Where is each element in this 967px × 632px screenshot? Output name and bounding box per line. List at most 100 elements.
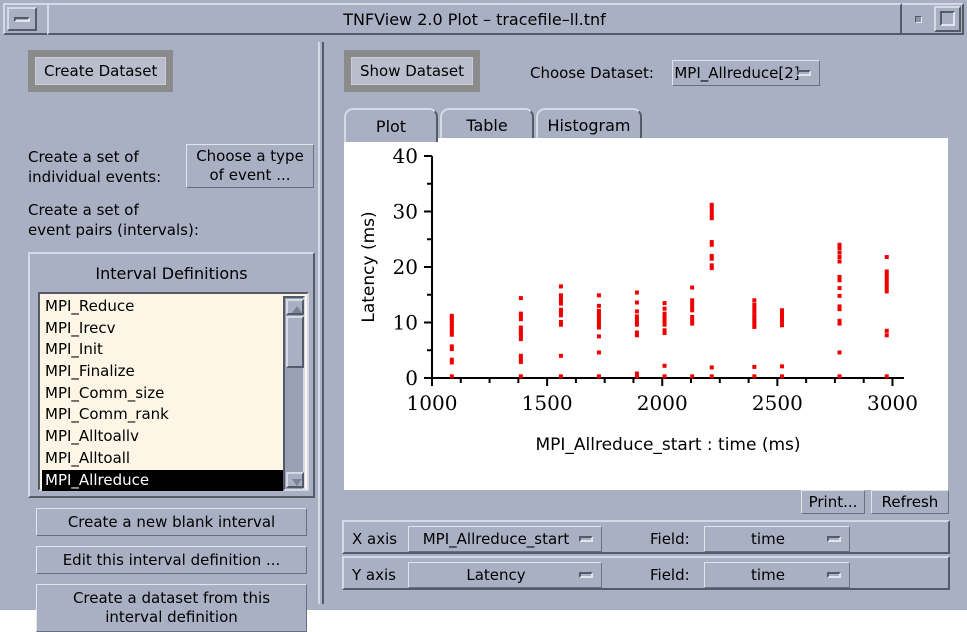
interval-list-item[interactable]: MPI_Init [42,339,287,361]
data-point [634,290,639,295]
interval-list-item[interactable]: MPI_Finalize [42,361,287,383]
data-point [779,374,784,379]
interval-list-item[interactable]: MPI_Allreduce [42,469,287,491]
data-point [690,305,695,310]
scroll-down-arrow-icon[interactable] [286,472,304,488]
refresh-button[interactable]: Refresh [871,490,949,514]
y-axis-dropdown[interactable]: Latency [408,562,602,588]
data-point [690,298,695,303]
svg-text:2500: 2500 [752,391,803,415]
data-point [752,313,757,318]
choose-event-type-button[interactable]: Choose a type of event ... [186,144,314,188]
plot-canvas: 1000 1500 2000 2500 3000 0 10 20 30 40 Latency (ms… [344,138,948,490]
interval-definitions-group: Interval Definitions MPI_Reduce MPI_Irecv… [28,252,315,498]
chevron-down-icon [827,536,841,542]
data-point [449,374,454,379]
data-point [752,302,757,307]
interval-list-item[interactable]: MPI_Alltoallv [42,426,287,448]
data-point [662,311,667,316]
create-new-blank-interval-button[interactable]: Create a new blank interval [36,508,307,536]
show-dataset-panel: Show Dataset Choose Dataset: MPI_Allredu… [334,42,962,604]
svg-text:10: 10 [393,311,418,335]
data-point [634,309,639,314]
data-point [690,314,695,319]
data-point [558,293,563,298]
interval-list-item[interactable]: MPI_Irecv [42,318,287,340]
tab-table-label: Table [466,115,508,135]
tab-table[interactable]: Table [440,108,534,140]
x-field-dropdown[interactable]: time [704,526,850,552]
tab-histogram-label: Histogram [547,115,631,135]
chevron-down-icon [797,70,811,76]
interval-list-item[interactable]: MPI_Comm_size [42,383,287,405]
data-point [837,255,842,260]
data-point [752,374,757,379]
data-point [449,344,454,349]
interval-list-item[interactable]: MPI_Reduce [42,296,287,318]
y-axis-label: Y axis [352,566,396,584]
data-point [884,255,889,260]
data-point [709,253,714,258]
svg-text:20: 20 [393,255,418,279]
window-menu-icon[interactable] [906,7,930,31]
data-point [709,365,714,370]
data-point [634,314,639,319]
data-point [634,300,639,305]
choose-dataset-label: Choose Dataset: [530,64,654,82]
data-point [596,308,601,313]
interval-list-item[interactable]: MPI_Alltoall [42,448,287,470]
data-point [837,242,842,247]
data-point [752,364,757,369]
data-point [662,301,667,306]
print-button[interactable]: Print... [801,490,865,514]
svg-text:40: 40 [393,144,418,168]
create-dataset-header-label: Create Dataset [35,57,167,85]
data-point [779,323,784,328]
create-dataset-from-interval-button[interactable]: Create a dataset from this interval defi… [36,584,307,632]
data-point [884,269,889,274]
data-point [518,374,523,379]
scrollbar-thumb[interactable] [286,316,304,368]
y-field-dropdown[interactable]: time [704,562,850,588]
data-point [449,357,454,362]
x-axis-dropdown[interactable]: MPI_Allreduce_start [408,526,602,552]
svg-text:1000: 1000 [407,391,458,415]
interval-list[interactable]: MPI_Reduce MPI_Irecv MPI_Init MPI_Finalize M… [42,296,287,491]
window-minimize-icon[interactable] [7,7,37,31]
y-axis-value: Latency [466,566,526,584]
data-point [884,333,889,338]
data-point [596,350,601,355]
data-point [837,250,842,255]
panel-divider [318,42,324,604]
tab-histogram[interactable]: Histogram [536,108,642,140]
data-point [837,274,842,279]
edit-interval-definition-button[interactable]: Edit this interval definition ... [36,546,307,574]
data-point [596,374,601,379]
scroll-up-arrow-icon[interactable] [286,299,304,315]
svg-text:0: 0 [405,366,418,390]
choose-dataset-dropdown[interactable]: MPI_Allreduce[2] [672,60,820,86]
tab-plot[interactable]: Plot [344,108,438,142]
y-axis-title: Latency (ms) [359,211,379,322]
data-point [709,202,714,207]
event-pairs-label: Create a set of event pairs (intervals): [28,201,199,239]
application-window: TNFView 2.0 Plot – tracefile–ll.tnf Crea… [0,0,967,632]
data-point [518,296,523,301]
create-dataset-panel: Create Dataset Create a set of individua… [6,42,315,632]
choose-dataset-value: MPI_Allreduce[2] [674,64,800,82]
data-point [884,374,889,379]
data-point [662,328,667,333]
data-point [558,353,563,358]
data-point [709,374,714,379]
interval-list-container: MPI_Reduce MPI_Irecv MPI_Init MPI_Finalize M… [38,292,309,491]
data-point [837,286,842,291]
interval-list-scrollbar[interactable] [283,296,305,491]
data-point [558,307,563,312]
svg-text:3000: 3000 [867,391,918,415]
scatter-plot: 1000 1500 2000 2500 3000 0 10 20 30 40 Latency (ms… [359,144,918,455]
create-dataset-header: Create Dataset [28,50,174,92]
window-maximize-icon[interactable] [934,6,961,32]
x-field-label: Field: [650,530,690,548]
interval-list-item[interactable]: MPI_Comm_rank [42,404,287,426]
data-point [709,240,714,245]
